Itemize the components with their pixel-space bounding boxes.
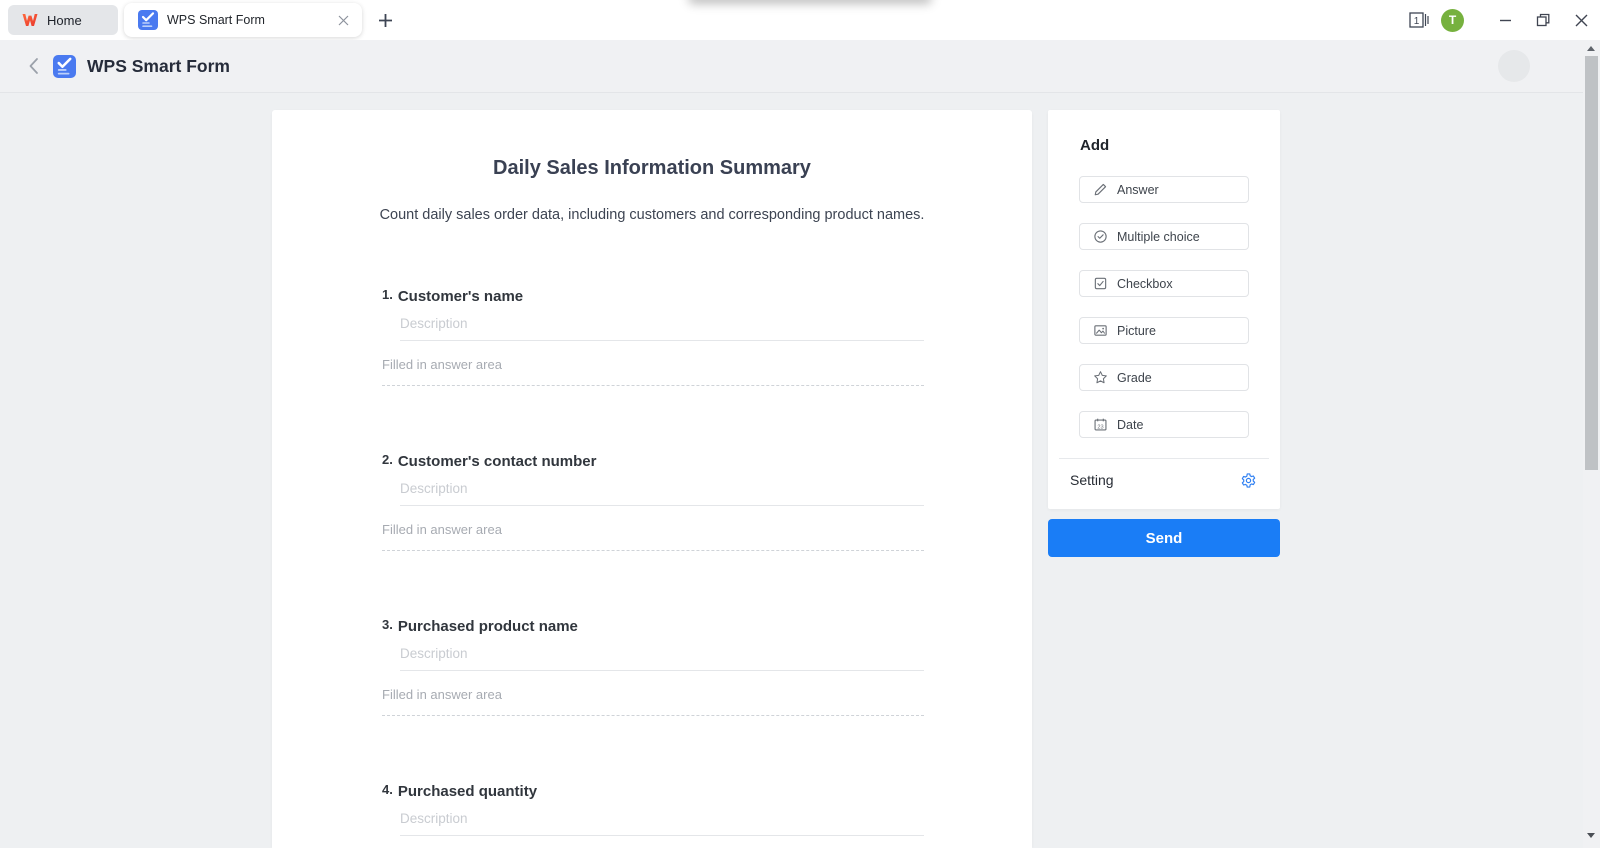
question-description-placeholder[interactable]: Description	[400, 646, 924, 671]
pencil-icon	[1093, 182, 1108, 197]
main-area: Daily Sales Information Summary Count da…	[0, 93, 1600, 848]
form-title[interactable]: Daily Sales Information Summary	[272, 156, 1032, 180]
field-type-label: Multiple choice	[1117, 229, 1200, 244]
question-head: 1. Customer's name	[382, 287, 924, 306]
field-type-buttons: Answer Multiple choice Checkbox Picture	[1079, 176, 1249, 438]
account-avatar-placeholder[interactable]	[1498, 50, 1530, 82]
question-number: 2.	[382, 452, 393, 467]
field-type-label: Checkbox	[1117, 276, 1173, 291]
window-minimize-button[interactable]	[1486, 0, 1524, 40]
add-grade-button[interactable]: Grade	[1079, 364, 1249, 391]
question-description-placeholder[interactable]: Description	[400, 811, 924, 836]
question-item-3[interactable]: 3. Purchased product name Description Fi…	[382, 617, 924, 716]
new-tab-plus-icon[interactable]	[372, 7, 398, 33]
question-answer-area[interactable]: Filled in answer area	[382, 357, 924, 386]
question-head: 4. Purchased quantity	[382, 782, 924, 801]
tab-smart-form[interactable]: WPS Smart Form	[124, 3, 362, 37]
panel-divider	[1059, 458, 1269, 459]
tab-home[interactable]: Home	[8, 5, 118, 35]
gear-icon[interactable]	[1239, 471, 1257, 489]
star-icon	[1093, 370, 1108, 385]
question-head: 3. Purchased product name	[382, 617, 924, 636]
calendar-icon: 23	[1093, 417, 1108, 432]
user-avatar-initial: T	[1448, 13, 1457, 27]
add-checkbox-button[interactable]: Checkbox	[1079, 270, 1249, 297]
tab-list-icon[interactable]: 1	[1406, 7, 1432, 33]
setting-row: Setting	[1070, 471, 1257, 489]
add-multiple-choice-button[interactable]: Multiple choice	[1079, 223, 1249, 250]
question-item-4[interactable]: 4. Purchased quantity Description	[382, 782, 924, 836]
form-subtitle[interactable]: Count daily sales order data, including …	[272, 206, 1032, 224]
field-type-label: Answer	[1117, 182, 1159, 197]
question-answer-area[interactable]: Filled in answer area	[382, 522, 924, 551]
scrollbar-thumb[interactable]	[1585, 56, 1598, 470]
tab-home-label: Home	[47, 12, 82, 28]
question-number: 3.	[382, 617, 393, 632]
tab-count-number: 1	[1413, 16, 1419, 27]
calendar-day-number: 23	[1097, 424, 1103, 430]
question-number: 4.	[382, 782, 393, 797]
user-avatar[interactable]: T	[1441, 8, 1464, 32]
window-restore-button[interactable]	[1524, 0, 1562, 40]
window-close-button[interactable]	[1562, 0, 1600, 40]
form-document: Daily Sales Information Summary Count da…	[272, 110, 1032, 848]
question-item-1[interactable]: 1. Customer's name Description Filled in…	[382, 287, 924, 386]
question-head: 2. Customer's contact number	[382, 452, 924, 471]
app-header: WPS Smart Form	[0, 40, 1600, 93]
question-number: 1.	[382, 287, 393, 302]
tab-smart-form-label: WPS Smart Form	[167, 13, 265, 27]
question-answer-area[interactable]: Filled in answer area	[382, 687, 924, 716]
add-heading: Add	[1080, 137, 1110, 154]
question-title[interactable]: Customer's name	[398, 288, 523, 306]
add-date-button[interactable]: 23 Date	[1079, 411, 1249, 438]
add-picture-button[interactable]: Picture	[1079, 317, 1249, 344]
circle-check-icon	[1093, 229, 1108, 244]
titlebar-right-controls: 1 T	[1406, 0, 1600, 40]
tab-close-icon[interactable]	[332, 9, 354, 31]
wps-logo-icon	[22, 13, 38, 27]
checkbox-icon	[1093, 276, 1108, 291]
back-chevron-icon[interactable]	[22, 55, 44, 77]
field-type-label: Date	[1117, 417, 1144, 432]
titlebar: Home WPS Smart Form 1 T	[0, 0, 1600, 40]
smart-form-icon	[138, 10, 158, 30]
add-panel: Add Answer Multiple choice Checkbox Pict…	[1048, 110, 1280, 509]
question-item-2[interactable]: 2. Customer's contact number Description…	[382, 452, 924, 551]
scrollbar-up-arrow-icon[interactable]	[1587, 46, 1595, 51]
picture-icon	[1093, 323, 1108, 338]
question-list: 1. Customer's name Description Filled in…	[272, 287, 1032, 836]
question-description-placeholder[interactable]: Description	[400, 316, 924, 341]
page-title: WPS Smart Form	[87, 56, 230, 76]
add-answer-button[interactable]: Answer	[1079, 176, 1249, 203]
send-button[interactable]: Send	[1048, 519, 1280, 557]
question-title[interactable]: Customer's contact number	[398, 453, 597, 471]
field-type-label: Picture	[1117, 323, 1156, 338]
setting-label: Setting	[1070, 472, 1114, 488]
question-title[interactable]: Purchased product name	[398, 618, 578, 636]
vertical-scrollbar[interactable]	[1583, 40, 1600, 848]
question-description-placeholder[interactable]: Description	[400, 481, 924, 506]
scrollbar-down-arrow-icon[interactable]	[1587, 833, 1595, 838]
question-title[interactable]: Purchased quantity	[398, 783, 537, 801]
smart-form-icon	[53, 55, 76, 78]
field-type-label: Grade	[1117, 370, 1152, 385]
